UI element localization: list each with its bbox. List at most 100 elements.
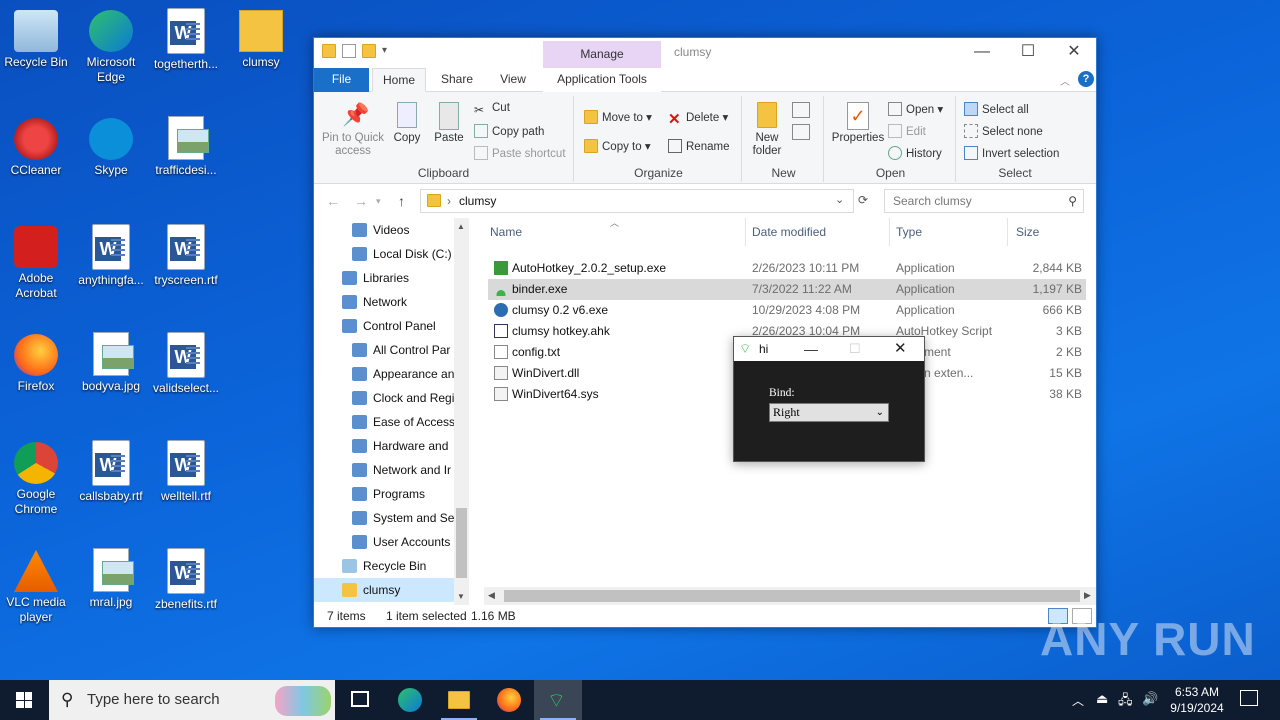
desktop-icon[interactable]: togetherth...	[148, 8, 224, 72]
desktop-icon[interactable]: Skype	[73, 116, 149, 178]
forward-button[interactable]: →	[354, 193, 368, 209]
nav-item[interactable]: Programs	[314, 482, 454, 506]
move-to-button[interactable]: Move to ▾	[584, 110, 652, 124]
nav-item[interactable]: User Accounts	[314, 530, 454, 554]
desktop-icon[interactable]: Firefox	[0, 332, 74, 394]
tab-file[interactable]: File	[314, 68, 369, 92]
nav-item[interactable]: Recycle Bin	[314, 554, 454, 578]
taskbar-binder[interactable]: ⌔	[534, 680, 582, 720]
desktop-icon[interactable]: bodyva.jpg	[73, 332, 149, 394]
scroll-down-icon[interactable]: ▼	[457, 592, 465, 601]
desktop-icon[interactable]: callsbaby.rtf	[73, 440, 149, 504]
desktop-icon[interactable]: clumsy	[223, 8, 299, 70]
show-hidden-icons[interactable]: ︿	[1072, 692, 1084, 709]
customize-qat-icon[interactable]: ▾	[382, 44, 392, 58]
edit-button[interactable]: Edit	[888, 124, 926, 138]
nav-item[interactable]: All Control Par	[314, 338, 454, 362]
breadcrumb-clumsy[interactable]: clumsy	[459, 194, 496, 208]
taskbar-file-explorer[interactable]	[435, 680, 483, 720]
nav-item[interactable]: Control Panel	[314, 314, 454, 338]
nav-item[interactable]: Appearance an	[314, 362, 454, 386]
paste-button[interactable]: Paste	[430, 102, 468, 145]
select-none-button[interactable]: Select none	[964, 124, 1043, 138]
minimize-button[interactable]: —	[959, 38, 1005, 68]
pin-quick-access-button[interactable]: 📌 Pin to Quick access	[320, 102, 386, 158]
start-button[interactable]	[0, 680, 48, 720]
nav-item[interactable]: System and Sec	[314, 506, 460, 530]
nav-item[interactable]: Videos	[314, 218, 454, 242]
horizontal-scroll-thumb[interactable]	[504, 590, 1080, 602]
bind-select[interactable]: Right ⌄	[769, 403, 889, 422]
desktop-icon[interactable]: Adobe Acrobat	[0, 224, 74, 301]
dialog-minimize-button[interactable]: —	[804, 337, 818, 361]
desktop-icon[interactable]: anythingfa...	[73, 224, 149, 288]
cut-button[interactable]: ✂ Cut	[474, 102, 510, 117]
desktop-icon[interactable]: VLC media player	[0, 548, 74, 625]
tab-share[interactable]: Share	[432, 68, 482, 92]
copy-path-button[interactable]: Copy path	[474, 124, 544, 138]
scroll-left-icon[interactable]: ◀	[488, 590, 495, 601]
scroll-thumb[interactable]	[456, 508, 467, 578]
desktop-icon[interactable]: zbenefits.rtf	[148, 548, 224, 612]
task-view-button[interactable]	[336, 680, 384, 720]
dialog-maximize-button[interactable]: ☐	[849, 337, 861, 361]
scroll-right-icon[interactable]: ▶	[1084, 590, 1091, 601]
paste-shortcut-button[interactable]: Paste shortcut	[474, 146, 566, 160]
tab-home[interactable]: Home	[372, 68, 426, 92]
delete-button[interactable]: ✕ Delete ▾	[668, 110, 728, 127]
desktop-icon[interactable]: validselect...	[148, 332, 224, 396]
volume-icon[interactable]: 🔊	[1142, 691, 1158, 707]
recent-locations-button[interactable]: ▾	[376, 196, 381, 207]
manage-tab-header[interactable]: Manage	[543, 41, 661, 69]
history-button[interactable]: History	[888, 146, 942, 160]
desktop-icon[interactable]: Google Chrome	[0, 440, 74, 517]
help-icon[interactable]: ?	[1078, 71, 1094, 87]
new-folder-button[interactable]: New folder	[748, 102, 786, 158]
search-input[interactable]: Search clumsy ⚲	[884, 189, 1084, 213]
notifications-icon[interactable]	[1240, 690, 1258, 706]
minimize-ribbon-icon[interactable]: ︿	[1060, 73, 1070, 88]
desktop-icon[interactable]: tryscreen.rtf	[148, 224, 224, 288]
nav-item[interactable]: clumsy	[314, 578, 454, 602]
desktop-icon[interactable]: trafficdesi...	[148, 116, 224, 178]
back-button[interactable]: ←	[326, 193, 340, 209]
nav-item[interactable]: Clock and Regi	[314, 386, 454, 410]
new-folder-icon[interactable]	[362, 44, 376, 58]
rename-button[interactable]: Rename	[668, 139, 729, 153]
copy-button[interactable]: Copy	[390, 102, 424, 145]
desktop-icon[interactable]: welltell.rtf	[148, 440, 224, 504]
nav-item[interactable]: Libraries	[314, 266, 454, 290]
column-size[interactable]: Size	[1008, 218, 1084, 246]
copy-to-button[interactable]: Copy to ▾	[584, 139, 651, 153]
navigation-scrollbar[interactable]: ▲ ▼	[454, 218, 469, 605]
up-button[interactable]: ↑	[398, 193, 405, 209]
desktop-icon[interactable]: Recycle Bin	[0, 8, 74, 70]
file-row[interactable]: clumsy 0.2 v6.exe 10/29/2023 4:08 PM Appli…	[488, 300, 1086, 321]
easy-access-icon[interactable]	[792, 124, 810, 140]
desktop-icon[interactable]: CCleaner	[0, 116, 74, 178]
scroll-up-icon[interactable]: ▲	[457, 222, 465, 231]
horizontal-scrollbar[interactable]: ◀ ▶	[484, 587, 1096, 605]
usb-icon[interactable]: ⏏	[1096, 691, 1108, 707]
nav-item[interactable]: Network and Ir	[314, 458, 454, 482]
file-row[interactable]: AutoHotkey_2.0.2_setup.exe 2/26/2023 10:1…	[488, 258, 1086, 279]
address-dropdown-icon[interactable]: ⌄	[835, 193, 844, 206]
close-button[interactable]: ✕	[1051, 38, 1097, 68]
maximize-button[interactable]: ☐	[1005, 38, 1051, 68]
column-type[interactable]: Type	[890, 218, 1008, 246]
tab-application-tools[interactable]: Application Tools	[543, 68, 661, 92]
refresh-icon[interactable]: ⟳	[858, 193, 868, 207]
nav-item[interactable]: Local Disk (C:)	[314, 242, 454, 266]
new-item-icon[interactable]	[792, 102, 810, 118]
taskbar-search[interactable]: ⚲ Type here to search	[49, 680, 335, 720]
desktop-icon[interactable]: Microsoft Edge	[73, 8, 149, 85]
invert-selection-button[interactable]: Invert selection	[964, 146, 1059, 160]
taskbar-edge[interactable]	[386, 680, 434, 720]
nav-item[interactable]: Network	[314, 290, 454, 314]
dialog-close-button[interactable]: ✕	[894, 337, 907, 361]
select-all-button[interactable]: Select all	[964, 102, 1029, 116]
address-bar[interactable]: › clumsy ⌄	[420, 189, 854, 213]
properties-icon[interactable]	[342, 44, 356, 58]
nav-item[interactable]: Ease of Access	[314, 410, 455, 434]
clock[interactable]: 6:53 AM 9/19/2024	[1166, 684, 1228, 716]
